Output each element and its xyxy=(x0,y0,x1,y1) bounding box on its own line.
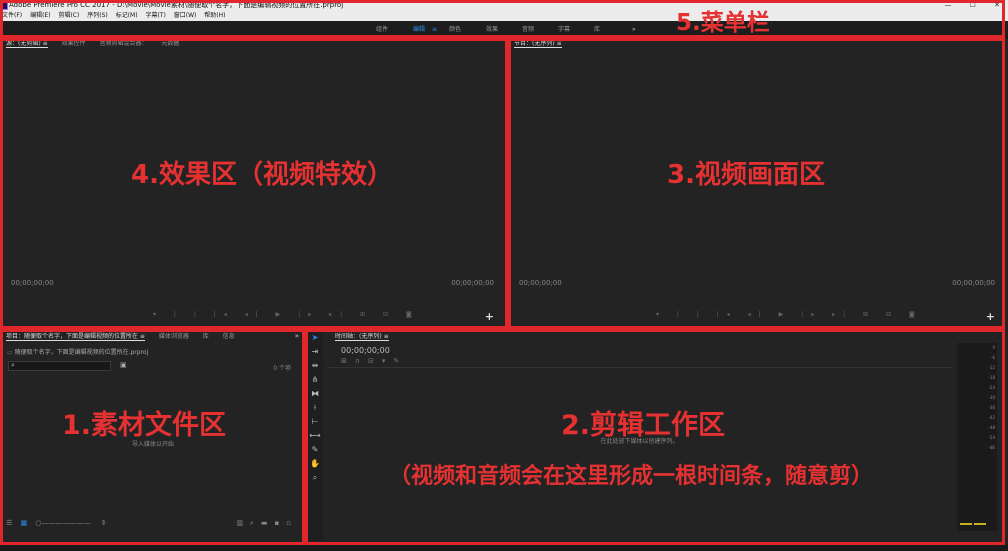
zoom-slider[interactable]: ○——————— xyxy=(35,519,90,527)
menu-item-help[interactable]: 帮助(H) xyxy=(204,12,225,19)
minimize-button[interactable]: — xyxy=(944,1,951,9)
meter-tick: -18 xyxy=(988,375,995,380)
tab-effect-controls[interactable]: 效果控件 xyxy=(62,40,86,47)
project-tabs-more-icon[interactable]: » xyxy=(295,331,299,342)
meter-tick: -24 xyxy=(988,385,995,390)
workspaces-bar: 组件 编辑 ≡ 颜色 效果 音频 字幕 库 » xyxy=(0,21,1008,38)
project-footer-tools[interactable]: ▥⌕▬▪▫ xyxy=(236,519,298,528)
meter-tick: -12 xyxy=(988,365,995,370)
tab-project[interactable]: 项目：随便取个名字，下面是编辑视频的位置所在 ≡ xyxy=(6,333,145,341)
workspace-titles[interactable]: 字幕 xyxy=(558,21,570,38)
workspace-effects[interactable]: 效果 xyxy=(486,21,498,38)
source-timecode: 00;00;00;00 xyxy=(11,279,54,287)
project-file-icon: ▭ xyxy=(7,349,15,356)
annotation-video-area: 3.视频画面区 xyxy=(667,160,825,190)
tab-libraries[interactable]: 库 xyxy=(203,333,209,340)
program-timecode: 00;00;00;00 xyxy=(519,279,562,287)
razor-tool-icon[interactable]: ⟊ xyxy=(307,401,323,415)
workspace-editing[interactable]: 编辑 xyxy=(413,21,425,38)
maximize-button[interactable]: ☐ xyxy=(970,1,976,9)
tab-timeline[interactable]: 时间轴：(无序列) ≡ xyxy=(335,333,389,341)
program-add-button[interactable]: + xyxy=(986,310,995,323)
project-search-input[interactable]: ⌕ xyxy=(8,361,111,371)
meter-tick: -30 xyxy=(988,395,995,400)
workspace-libraries[interactable]: 库 xyxy=(594,21,600,38)
sort-icon[interactable]: ⇕ xyxy=(101,519,107,527)
workspaces-more-icon[interactable]: » xyxy=(632,21,636,38)
program-duration: 00;00;00;00 xyxy=(952,279,995,287)
menu-bar: 文件(F) 编辑(E) 剪辑(C) 序列(S) 标记(M) 字幕(T) 窗口(W… xyxy=(0,11,1008,21)
menu-item-marker[interactable]: 标记(M) xyxy=(116,12,138,19)
source-transport-controls[interactable]: ▾ | | |◂ ◂| ▶ |▸ ▸| ⊞ ⊟ ◙ xyxy=(153,311,420,318)
track-select-tool-icon[interactable]: ⇥ xyxy=(307,345,323,359)
project-item-count: 0 个项 xyxy=(273,365,291,372)
annotation-media-area: 1.素材文件区 xyxy=(62,410,227,441)
project-path-text: 随便取个名字，下面是编辑视频的位置所在.prproj xyxy=(14,349,149,356)
meter-tick: -42 xyxy=(988,415,995,420)
meter-tick: -54 xyxy=(988,435,995,440)
tab-program[interactable]: 节目：(无序列) ≡ xyxy=(514,40,562,48)
source-panel-tabs: 源：(无剪辑) ≡ 效果控件 音频剪辑混合器： 元数据 xyxy=(3,38,506,49)
window-title: Adobe Premiere Pro CC 2017 - D:\Movie\Mo… xyxy=(9,1,344,9)
meter-level-right xyxy=(974,523,986,525)
menu-item-clip[interactable]: 剪辑(C) xyxy=(58,12,79,19)
close-button[interactable]: ✕ xyxy=(994,1,1000,9)
meter-tick: -6 xyxy=(991,355,995,360)
timeline-timecode: 00;00;00;00 xyxy=(341,346,390,355)
workspace-menu-icon[interactable]: ≡ xyxy=(432,21,437,38)
menu-item-edit[interactable]: 编辑(E) xyxy=(30,12,50,19)
annotation-edit-area: 2.剪辑工作区 xyxy=(561,410,726,441)
audio-meter-ticks: 0 -6 -12 -18 -24 -30 -36 -42 -48 -54 -dB xyxy=(988,343,995,453)
timeline-panel-tabs: 时间轴：(无序列) ≡ xyxy=(327,331,952,342)
annotation-menu-bar: 5.菜单栏 xyxy=(676,10,770,36)
new-bin-icon[interactable]: ▣ xyxy=(120,361,127,369)
meter-tick: -dB xyxy=(988,445,995,450)
timeline-toolbar[interactable]: ⊞∩⊟▾✎ xyxy=(341,357,407,365)
project-path: ▭ 随便取个名字，下面是编辑视频的位置所在.prproj xyxy=(7,347,148,356)
program-transport-controls[interactable]: ▾ | | |◂ ◂| ▶ |▸ ▸| ⊞ ⊟ ◙ xyxy=(656,311,923,318)
rate-stretch-tool-icon[interactable]: ⧓ xyxy=(307,387,323,401)
source-duration: 00;00;00;00 xyxy=(451,279,494,287)
status-bar xyxy=(0,544,1008,551)
timeline-ruler-divider xyxy=(327,367,952,368)
menu-item-title[interactable]: 字幕(T) xyxy=(145,12,165,19)
project-panel-tabs: 项目：随便取个名字，下面是编辑视频的位置所在 ≡ 媒体浏览器 库 信息 xyxy=(3,331,303,342)
window-controls: — ☐ ✕ xyxy=(928,0,1000,11)
meter-tick: -36 xyxy=(988,405,995,410)
workspace-assembly[interactable]: 组件 xyxy=(376,21,388,38)
tab-media-browser[interactable]: 媒体浏览器 xyxy=(159,333,189,340)
tab-source[interactable]: 源：(无剪辑) ≡ xyxy=(6,40,48,48)
audio-meter: 0 -6 -12 -18 -24 -30 -36 -42 -48 -54 -dB xyxy=(957,343,997,531)
annotation-effects-area: 4.效果区（视频特效） xyxy=(131,160,393,190)
program-panel-tabs: 节目：(无序列) ≡ xyxy=(511,38,1005,49)
tab-metadata[interactable]: 元数据 xyxy=(161,40,179,47)
menu-item-window[interactable]: 窗口(W) xyxy=(174,12,197,19)
premiere-logo-icon xyxy=(1,1,8,10)
menu-item-sequence[interactable]: 序列(S) xyxy=(87,12,108,19)
hand-tool-icon[interactable]: ✋ xyxy=(307,457,323,471)
selection-tool-icon[interactable]: ➤ xyxy=(307,331,323,345)
list-view-icon[interactable]: ☰ xyxy=(6,519,12,527)
tab-info[interactable]: 信息 xyxy=(223,333,235,340)
source-add-button[interactable]: + xyxy=(485,310,494,323)
zoom-tool-icon[interactable]: ⌕ xyxy=(307,471,323,485)
window-titlebar: Adobe Premiere Pro CC 2017 - D:\Movie\Mo… xyxy=(0,0,1008,11)
tools-panel: ➤ ⇥ ⇹ ⋔ ⧓ ⟊ ⊢ ⟷ ✎ ✋ ⌕ xyxy=(307,331,323,541)
annotation-edit-note: （视频和音频会在这里形成一根时间条，随意剪） xyxy=(389,464,874,489)
meter-tick: -48 xyxy=(988,425,995,430)
tab-audio-clip-mixer[interactable]: 音频剪辑混合器： xyxy=(99,40,147,47)
slip-tool-icon[interactable]: ⊢ xyxy=(307,415,323,429)
pen-tool-icon[interactable]: ✎ xyxy=(307,443,323,457)
rolling-edit-tool-icon[interactable]: ⋔ xyxy=(307,373,323,387)
slide-tool-icon[interactable]: ⟷ xyxy=(307,429,323,443)
ripple-edit-tool-icon[interactable]: ⇹ xyxy=(307,359,323,373)
workspace-color[interactable]: 颜色 xyxy=(449,21,461,38)
icon-view-icon[interactable]: ▦ xyxy=(21,519,28,527)
menu-item-file[interactable]: 文件(F) xyxy=(2,12,22,19)
workspace-audio[interactable]: 音频 xyxy=(522,21,534,38)
meter-tick: 0 xyxy=(992,345,995,350)
search-icon: ⌕ xyxy=(11,361,15,369)
meter-level-left xyxy=(960,523,972,525)
project-footer: ☰ ▦ ○——————— ⇕ ▥⌕▬▪▫ xyxy=(6,519,300,531)
